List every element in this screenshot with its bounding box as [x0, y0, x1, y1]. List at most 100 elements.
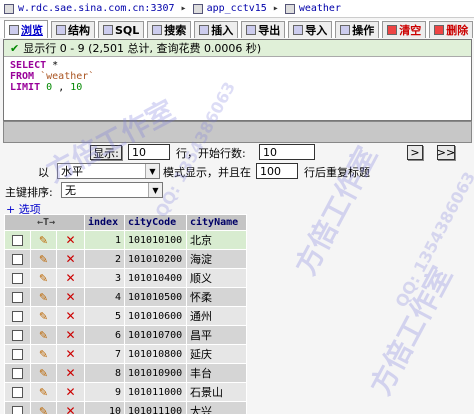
row-checkbox-cell — [4, 287, 31, 307]
cell-index: 6 — [84, 325, 125, 345]
column-header-index[interactable]: index — [84, 214, 125, 231]
delete-cell: ✕ — [56, 325, 85, 345]
cell-citycode: 101010400 — [124, 268, 187, 288]
delete-icon[interactable]: ✕ — [65, 309, 75, 323]
row-checkbox[interactable] — [12, 292, 23, 303]
server-icon — [4, 3, 14, 14]
delete-cell: ✕ — [56, 306, 85, 326]
breadcrumb-server[interactable]: w.rdc.sae.sina.com.cn:3307 — [18, 3, 175, 14]
query-result-panel: ✔ 显示行 0 - 9 (2,501 总计, 查询花费 0.0006 秒) SE… — [3, 39, 472, 121]
pencil-icon[interactable]: ✎ — [39, 405, 48, 414]
sql-limit: 10 — [70, 82, 83, 93]
delete-icon[interactable]: ✕ — [65, 233, 75, 247]
cell-citycode: 101011000 — [124, 382, 187, 402]
table-row: ✎ ✕ 9 101011000 石景山 — [4, 382, 247, 402]
row-checkbox[interactable] — [12, 406, 23, 414]
edit-cell: ✎ — [30, 382, 57, 402]
row-checkbox[interactable] — [12, 311, 23, 322]
delete-icon[interactable]: ✕ — [65, 290, 75, 304]
delete-icon[interactable]: ✕ — [65, 347, 75, 361]
breadcrumb-database[interactable]: app_cctv15 — [207, 3, 267, 14]
delete-cell: ✕ — [56, 401, 85, 414]
pencil-icon[interactable]: ✎ — [39, 253, 48, 266]
row-checkbox[interactable] — [12, 349, 23, 360]
delete-icon[interactable]: ✕ — [65, 404, 75, 414]
delete-icon[interactable]: ✕ — [65, 366, 75, 380]
cell-cityname: 丰台 — [186, 363, 247, 383]
row-checkbox-cell — [4, 401, 31, 414]
row-checkbox-cell — [4, 268, 31, 288]
cell-citycode: 101011100 — [124, 401, 187, 414]
cell-index: 7 — [84, 344, 125, 364]
sort-select[interactable]: 无 ▼ — [61, 182, 163, 198]
tab-search[interactable]: 搜索 — [147, 21, 192, 38]
pencil-icon[interactable]: ✎ — [39, 386, 48, 399]
row-checkbox[interactable] — [12, 235, 23, 246]
display-mode-select[interactable]: 水平 ▼ — [57, 163, 160, 179]
repeat-header-input[interactable]: 100 — [256, 163, 298, 179]
cell-citycode: 101010200 — [124, 249, 187, 269]
row-checkbox[interactable] — [12, 330, 23, 341]
sql-comma: , — [58, 82, 65, 93]
row-checkbox[interactable] — [12, 387, 23, 398]
column-sort-arrows[interactable]: ←T→ — [4, 214, 85, 231]
tab-label: 导入 — [305, 24, 328, 37]
pencil-icon[interactable]: ✎ — [39, 367, 48, 380]
table-icon — [284, 3, 295, 14]
pencil-icon[interactable]: ✎ — [39, 329, 48, 342]
last-page-button[interactable]: >> — [437, 145, 455, 160]
cell-index: 5 — [84, 306, 125, 326]
pencil-icon[interactable]: ✎ — [39, 234, 48, 247]
edit-cell: ✎ — [30, 325, 57, 345]
tab-empty[interactable]: 清空 — [382, 21, 427, 38]
tab-browse[interactable]: 浏览 — [4, 20, 48, 38]
tab-label: SQL — [115, 23, 140, 37]
delete-icon[interactable]: ✕ — [65, 271, 75, 285]
tab-label: 删除 — [446, 24, 469, 37]
pencil-icon[interactable]: ✎ — [39, 272, 48, 285]
next-page-button[interactable]: > — [407, 145, 423, 160]
pencil-icon[interactable]: ✎ — [39, 291, 48, 304]
delete-icon[interactable]: ✕ — [65, 252, 75, 266]
tab-structure[interactable]: 结构 — [51, 21, 95, 38]
row-checkbox-cell — [4, 382, 31, 402]
tab-operations[interactable]: 操作 — [335, 21, 380, 38]
row-checkbox[interactable] — [12, 368, 23, 379]
tab-insert[interactable]: 插入 — [194, 21, 239, 38]
table-row: ✎ ✕ 10 101011100 大兴 — [4, 401, 247, 414]
pencil-icon[interactable]: ✎ — [39, 310, 48, 323]
tab-import[interactable]: 导入 — [288, 21, 333, 38]
sql-query: SELECT * FROM `weather` LIMIT 0 , 10 — [4, 57, 471, 96]
sql-keyword: LIMIT — [10, 82, 41, 93]
table-row: ✎ ✕ 4 101010500 怀柔 — [4, 287, 247, 307]
delete-icon[interactable]: ✕ — [65, 328, 75, 342]
rows-input[interactable]: 10 — [128, 144, 170, 160]
table-row: ✎ ✕ 5 101010600 通州 — [4, 306, 247, 326]
delete-icon[interactable]: ✕ — [65, 385, 75, 399]
cell-cityname: 怀柔 — [186, 287, 247, 307]
delete-cell: ✕ — [56, 268, 85, 288]
tab-drop[interactable]: 删除 — [429, 21, 474, 38]
cell-citycode: 101010600 — [124, 306, 187, 326]
search-icon — [152, 25, 163, 35]
row-checkbox[interactable] — [12, 254, 23, 265]
table-row: ✎ ✕ 8 101010900 丰台 — [4, 363, 247, 383]
insert-icon — [199, 25, 210, 35]
column-header-cityname[interactable]: cityName — [186, 214, 247, 231]
pencil-icon[interactable]: ✎ — [39, 348, 48, 361]
row-checkbox-cell — [4, 344, 31, 364]
edit-cell: ✎ — [30, 249, 57, 269]
tab-export[interactable]: 导出 — [241, 21, 286, 38]
start-input[interactable]: 10 — [259, 144, 315, 160]
row-checkbox[interactable] — [12, 273, 23, 284]
column-header-citycode[interactable]: cityCode — [124, 214, 187, 231]
row-checkbox-cell — [4, 306, 31, 326]
cell-citycode: 101010800 — [124, 344, 187, 364]
drop-icon — [434, 25, 445, 35]
notice-text: 显示行 0 - 9 (2,501 总计, 查询花费 0.0006 秒) — [23, 42, 262, 55]
show-button[interactable]: 显示: — [90, 145, 122, 160]
tab-label: 清空 — [399, 24, 422, 37]
breadcrumb-table[interactable]: weather — [299, 3, 341, 14]
tab-sql[interactable]: SQL — [98, 21, 145, 38]
delete-cell: ✕ — [56, 363, 85, 383]
